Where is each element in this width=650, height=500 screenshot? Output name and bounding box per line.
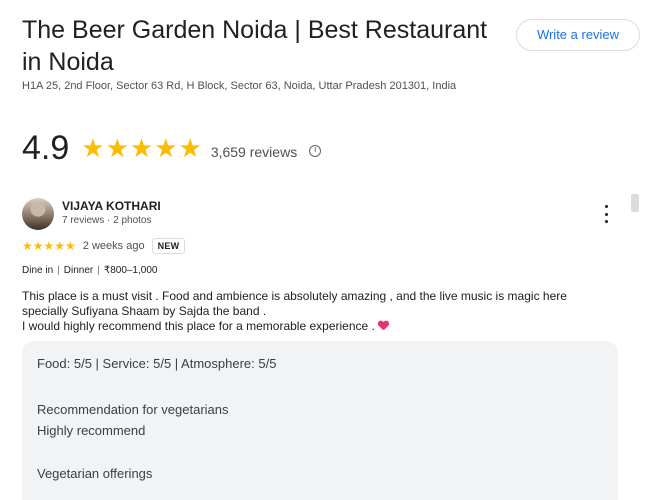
heart-emoji-icon [378, 321, 389, 331]
info-icon[interactable] [309, 145, 322, 157]
tag-meal-type: Dinner [63, 265, 94, 276]
review-text-line: This place is a must visit . Food and am… [22, 289, 567, 303]
reviewer-name[interactable]: VIJAYA KOTHARI [62, 199, 161, 213]
review-count-link[interactable]: 3,659 reviews [211, 144, 297, 160]
more-vert-icon[interactable] [600, 205, 612, 223]
review-date: 2 weeks ago [82, 240, 145, 252]
tag-service-type: Dine in [22, 265, 54, 276]
tag-separator: | [57, 265, 60, 276]
detail-veg-label: Vegetarian offerings [37, 466, 153, 481]
scrollbar-thumb[interactable] [631, 194, 639, 212]
tag-separator: | [97, 265, 100, 276]
place-address: H1A 25, 2nd Floor, Sector 63 Rd, H Block… [22, 80, 457, 92]
review-rating-row: ★★★★★ 2 weeks ago NEW [22, 237, 186, 255]
rating-value: 4.9 [22, 129, 70, 167]
detail-rec-value: Highly recommend [37, 423, 146, 438]
reviewer-meta: 7 reviews · 2 photos [62, 215, 152, 226]
review-text: This place is a must visit . Food and am… [22, 289, 627, 334]
detail-rec-label: Recommendation for vegetarians [37, 402, 229, 417]
rating-summary: 4.9 ★★★★★ 3,659 reviews [22, 128, 322, 168]
write-review-button[interactable]: Write a review [516, 19, 640, 51]
review-stars: ★★★★★ [22, 239, 76, 253]
review-text-line: specially Sufiyana Shaam by Sajda the ba… [22, 304, 267, 318]
rating-stars: ★★★★★ [81, 133, 203, 163]
tag-price: ₹800–1,000 [103, 265, 158, 276]
avatar[interactable] [22, 198, 54, 230]
review-text-line: I would highly recommend this place for … [22, 319, 375, 333]
detail-ratings: Food: 5/5 | Service: 5/5 | Atmosphere: 5… [37, 356, 277, 371]
review-tags: Dine in | Dinner | ₹800–1,000 [22, 265, 157, 276]
review-details-box: Food: 5/5 | Service: 5/5 | Atmosphere: 5… [22, 341, 618, 500]
new-badge: NEW [151, 238, 186, 254]
place-title: The Beer Garden Noida | Best Restaurant … [22, 16, 488, 76]
